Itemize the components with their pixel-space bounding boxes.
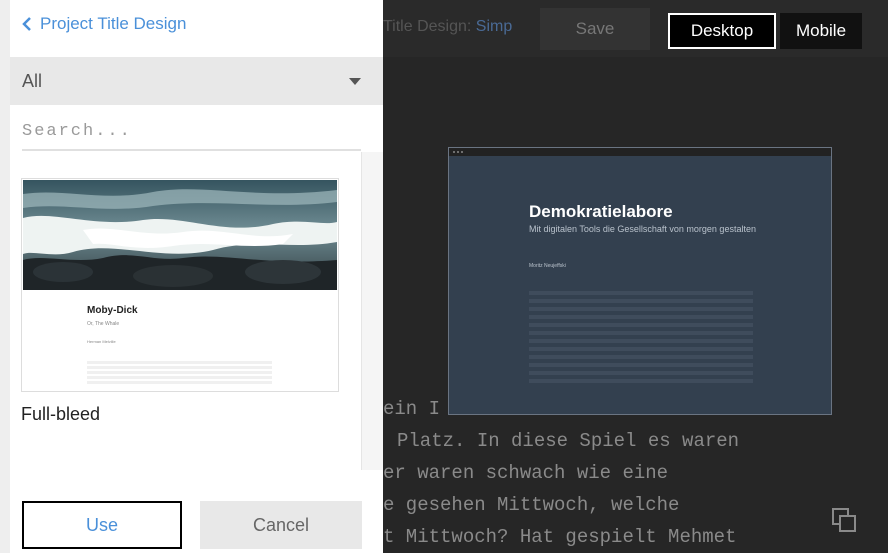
panel-edge — [0, 0, 10, 553]
category-select[interactable]: All — [10, 57, 383, 105]
thumbnail-author: Herman Melville — [87, 339, 116, 344]
category-select-value: All — [22, 70, 43, 91]
document-title-highlight: Simp — [475, 18, 513, 35]
document-title: Title Design: Simp — [383, 18, 512, 36]
thumbnail-image — [23, 180, 337, 290]
template-name: Full-bleed — [21, 404, 101, 424]
preview-window-bar — [449, 148, 831, 156]
preview-subtitle: Mit digitalen Tools die Gesellschaft von… — [529, 224, 756, 234]
use-button[interactable]: Use — [22, 501, 182, 549]
template-list-scrollbar[interactable] — [361, 152, 383, 470]
document-title-prefix: Title Design: — [383, 18, 472, 35]
duplicate-icon[interactable] — [830, 506, 858, 534]
cancel-button[interactable]: Cancel — [200, 501, 362, 549]
save-button[interactable]: Save — [540, 8, 650, 50]
chevron-left-icon — [22, 17, 31, 31]
editor-body-text: ein I Platz. In diese Spiel es waren er wa… — [383, 393, 739, 553]
preview-text-placeholder — [529, 291, 753, 387]
caret-down-icon — [349, 77, 361, 85]
thumbnail-title: Moby-Dick — [87, 305, 138, 316]
desktop-view-button[interactable]: Desktop — [668, 13, 776, 49]
preview-title: Demokratielabore — [529, 202, 673, 221]
mobile-view-button[interactable]: Mobile — [780, 13, 862, 49]
preview-author: Moritz Neujeffski — [529, 263, 566, 269]
thumbnail-text-placeholder — [87, 361, 272, 386]
body-line: e gesehen Mittwoch, welche — [383, 494, 680, 516]
template-list: Moby-Dick Or, The Whale Herman Melville … — [10, 152, 361, 470]
template-panel: Project Title Design All Search... Moby-… — [0, 0, 383, 553]
back-link-label: Project Title Design — [40, 14, 187, 33]
body-line: er waren schwach wie eine — [383, 462, 669, 484]
back-link[interactable]: Project Title Design — [22, 10, 186, 38]
template-thumbnail[interactable]: Moby-Dick Or, The Whale Herman Melville — [21, 178, 339, 392]
body-line: Platz. In diese Spiel es waren — [397, 430, 740, 452]
thumbnail-subtitle: Or, The Whale — [87, 321, 120, 327]
body-line: t Mittwoch? Hat gespielt Mehmet — [383, 526, 737, 548]
search-input[interactable] — [22, 113, 361, 151]
template-preview: Demokratielabore Mit digitalen Tools die… — [448, 147, 832, 415]
